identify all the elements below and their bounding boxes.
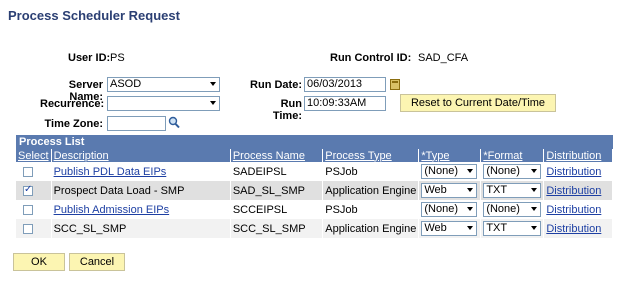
recurrence-label: Recurrence: xyxy=(40,98,105,110)
type-value: (None) xyxy=(424,165,458,177)
format-value: (None) xyxy=(486,165,520,177)
run-control-id-label: Run Control ID: xyxy=(330,52,412,64)
chevron-down-icon xyxy=(210,101,216,105)
distribution-link[interactable]: Distribution xyxy=(546,185,601,197)
column-header-process-type[interactable]: Process Type xyxy=(322,149,420,162)
process-description: SCC_SL_SMP xyxy=(51,219,231,238)
format-select[interactable]: (None) xyxy=(483,202,542,217)
cancel-button[interactable]: Cancel xyxy=(69,253,125,271)
type-select[interactable]: (None) xyxy=(421,164,478,179)
user-id-label: User ID: xyxy=(68,52,111,64)
run-date-input[interactable]: 06/03/2013 xyxy=(304,77,386,92)
server-name-value: ASOD xyxy=(110,78,142,90)
type-value: Web xyxy=(424,184,447,196)
chevron-down-icon xyxy=(531,188,538,192)
column-header-format[interactable]: *Format xyxy=(480,149,545,162)
process-type-cell: Application Engine xyxy=(322,219,420,238)
process-name-cell: SAD_SL_SMP xyxy=(230,181,324,200)
format-select[interactable]: TXT xyxy=(483,183,542,198)
process-description: Prospect Data Load - SMP xyxy=(51,181,231,200)
process-type-cell: PSJob xyxy=(322,162,420,181)
time-zone-label: Time Zone: xyxy=(44,118,103,130)
chevron-down-icon xyxy=(467,169,474,173)
run-time-input[interactable]: 10:09:33AM xyxy=(304,96,386,111)
type-select[interactable]: Web xyxy=(421,221,478,236)
distribution-link[interactable]: Distribution xyxy=(546,204,601,216)
column-header-distribution[interactable]: Distribution xyxy=(543,149,613,162)
table-row: Publish PDL Data EIPs SADEIPSL PSJob (No… xyxy=(16,162,613,181)
column-header-description[interactable]: Description xyxy=(51,149,231,162)
process-type-cell: PSJob xyxy=(322,200,420,219)
chevron-down-icon xyxy=(467,207,474,211)
page-title: Process Scheduler Request xyxy=(8,8,180,23)
recurrence-select[interactable] xyxy=(107,96,220,111)
type-value: Web xyxy=(424,222,447,234)
table-row: Prospect Data Load - SMP SAD_SL_SMP Appl… xyxy=(16,181,613,200)
type-value: (None) xyxy=(424,203,458,215)
time-zone-input[interactable] xyxy=(107,116,166,131)
process-description-link[interactable]: Publish PDL Data EIPs xyxy=(54,166,167,178)
row-select-checkbox[interactable] xyxy=(23,166,33,177)
user-id-value: PS xyxy=(110,52,125,64)
column-header-select[interactable]: Select xyxy=(16,149,52,162)
distribution-link[interactable]: Distribution xyxy=(546,166,601,178)
type-select[interactable]: (None) xyxy=(421,202,478,217)
process-name-cell: SCC_SL_SMP xyxy=(230,219,324,238)
format-value: (None) xyxy=(486,203,520,215)
chevron-down-icon xyxy=(531,207,538,211)
calendar-icon[interactable] xyxy=(390,79,400,90)
format-select[interactable]: TXT xyxy=(483,221,542,236)
type-select[interactable]: Web xyxy=(421,183,478,198)
format-value: TXT xyxy=(486,222,508,234)
process-list-table: Select Description Process Name Process … xyxy=(16,149,613,238)
process-description-link[interactable]: Publish Admission EIPs xyxy=(54,204,170,216)
row-select-checkbox[interactable] xyxy=(23,184,33,196)
column-header-process-name[interactable]: Process Name xyxy=(230,149,324,162)
chevron-down-icon xyxy=(210,82,216,86)
chevron-down-icon xyxy=(467,226,474,230)
run-control-id-value: SAD_CFA xyxy=(418,52,469,64)
row-select-checkbox[interactable] xyxy=(23,223,33,234)
table-row: Publish Admission EIPs SCCEIPSL PSJob (N… xyxy=(16,200,613,219)
process-type-cell: Application Engine xyxy=(322,181,420,200)
ok-button[interactable]: OK xyxy=(13,253,65,271)
chevron-down-icon xyxy=(531,226,538,230)
distribution-link[interactable]: Distribution xyxy=(546,223,601,235)
reset-date-time-button[interactable]: Reset to Current Date/Time xyxy=(400,94,556,112)
chevron-down-icon xyxy=(467,188,474,192)
process-name-cell: SCCEIPSL xyxy=(230,200,324,219)
process-list-title: Process List xyxy=(16,135,613,149)
search-icon[interactable] xyxy=(168,116,180,129)
server-name-select[interactable]: ASOD xyxy=(107,77,220,92)
format-value: TXT xyxy=(486,184,508,196)
row-select-checkbox[interactable] xyxy=(23,204,33,215)
format-select[interactable]: (None) xyxy=(483,164,542,179)
run-date-label: Run Date: xyxy=(250,79,302,91)
column-header-type[interactable]: *Type xyxy=(418,149,482,162)
table-row: SCC_SL_SMP SCC_SL_SMP Application Engine… xyxy=(16,219,613,238)
process-name-cell: SADEIPSL xyxy=(230,162,324,181)
run-time-label: Run Time: xyxy=(272,98,302,122)
chevron-down-icon xyxy=(531,169,538,173)
